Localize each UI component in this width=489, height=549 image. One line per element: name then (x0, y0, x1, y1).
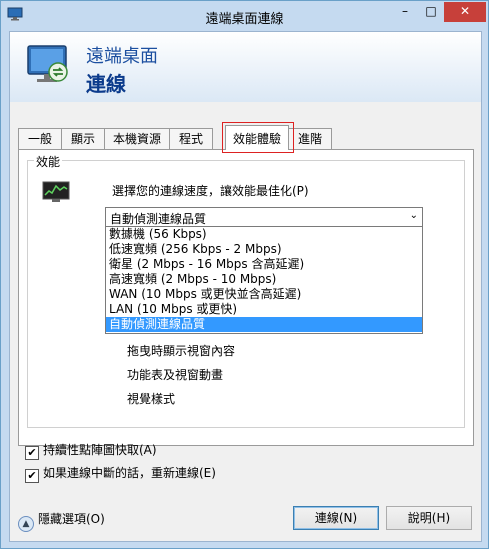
persistent-bitmap-cache-row[interactable]: ✔ 持續性點陣圖快取(A) (25, 441, 157, 460)
speed-option-high-broadband[interactable]: 高速寬頻 (2 Mbps - 10 Mbps) (106, 272, 422, 287)
tab-programs[interactable]: 程式 (169, 128, 213, 149)
rdp-window: 遠端桌面連線 – □ ✕ 遠端桌面 連線 一般 顯示 本機資源 程式 效能體驗 … (0, 0, 489, 549)
reconnect-row[interactable]: ✔ 如果連線中斷的話，重新連線(E) (25, 464, 216, 483)
hide-options-label: 隱藏選項(O) (38, 512, 105, 526)
close-button[interactable]: ✕ (444, 2, 486, 22)
performance-monitor-icon (42, 181, 70, 202)
help-button[interactable]: 說明(H) (386, 506, 472, 530)
persistent-bitmap-cache-checkbox[interactable]: ✔ (25, 446, 39, 460)
feature-visual-styles: 視覺樣式 (127, 392, 176, 406)
connection-speed-prompt: 選擇您的連線速度，讓效能最佳化(P) (112, 184, 309, 198)
title-bar: 遠端桌面連線 – □ ✕ (1, 1, 488, 31)
maximize-button[interactable]: □ (418, 2, 444, 22)
feature-menu-animation: 功能表及視窗動畫 (127, 368, 224, 382)
speed-option-low-broadband[interactable]: 低速寬頻 (256 Kbps - 2 Mbps) (106, 242, 422, 257)
dialog-header: 遠端桌面 連線 (10, 32, 481, 102)
speed-option-lan[interactable]: LAN (10 Mbps 或更快) (106, 302, 422, 317)
header-subtitle: 遠端桌面 (86, 46, 158, 67)
tab-display[interactable]: 顯示 (61, 128, 105, 149)
persistent-bitmap-cache-label: 持續性點陣圖快取(A) (43, 443, 157, 457)
chevron-down-icon[interactable]: ⌄ (410, 210, 418, 221)
feature-drag-content: 拖曳時顯示視窗內容 (127, 344, 236, 358)
dialog-client: 遠端桌面 連線 一般 顯示 本機資源 程式 效能體驗 進階 效能 選擇您的連線速… (9, 31, 482, 542)
speed-option-satellite[interactable]: 衛星 (2 Mbps - 16 Mbps 含高延遲) (106, 257, 422, 272)
minimize-button[interactable]: – (392, 2, 418, 22)
speed-option-wan[interactable]: WAN (10 Mbps 或更快並含高延遲) (106, 287, 422, 302)
tab-highlight-marker (222, 122, 294, 153)
remote-desktop-icon (27, 45, 68, 82)
chevron-up-icon[interactable]: ▲ (18, 516, 34, 532)
connection-speed-dropdown: 數據機 (56 Kbps) 低速寬頻 (256 Kbps - 2 Mbps) 衛… (105, 226, 423, 334)
performance-group-label: 效能 (34, 153, 63, 170)
tab-local-resources[interactable]: 本機資源 (104, 128, 170, 149)
speed-option-auto-detect[interactable]: 自動偵測連線品質 (106, 317, 422, 332)
tab-panel-experience: 效能 選擇您的連線速度，讓效能最佳化(P) 自動偵測連線品質 ⌄ 數據機 (56… (18, 149, 474, 446)
connection-speed-value: 自動偵測連線品質 (110, 212, 207, 226)
reconnect-label: 如果連線中斷的話，重新連線(E) (43, 466, 216, 480)
reconnect-checkbox[interactable]: ✔ (25, 469, 39, 483)
header-title: 連線 (86, 72, 126, 96)
speed-option-modem[interactable]: 數據機 (56 Kbps) (106, 227, 422, 242)
connection-speed-select[interactable]: 自動偵測連線品質 ⌄ (105, 207, 423, 228)
performance-group: 效能 選擇您的連線速度，讓效能最佳化(P) 自動偵測連線品質 ⌄ 數據機 (56… (27, 153, 465, 428)
connect-button[interactable]: 連線(N) (293, 506, 379, 530)
tab-advanced[interactable]: 進階 (288, 128, 332, 149)
hide-options-toggle[interactable]: ▲ 隱藏選項(O) (18, 510, 105, 532)
tab-general[interactable]: 一般 (18, 128, 62, 149)
